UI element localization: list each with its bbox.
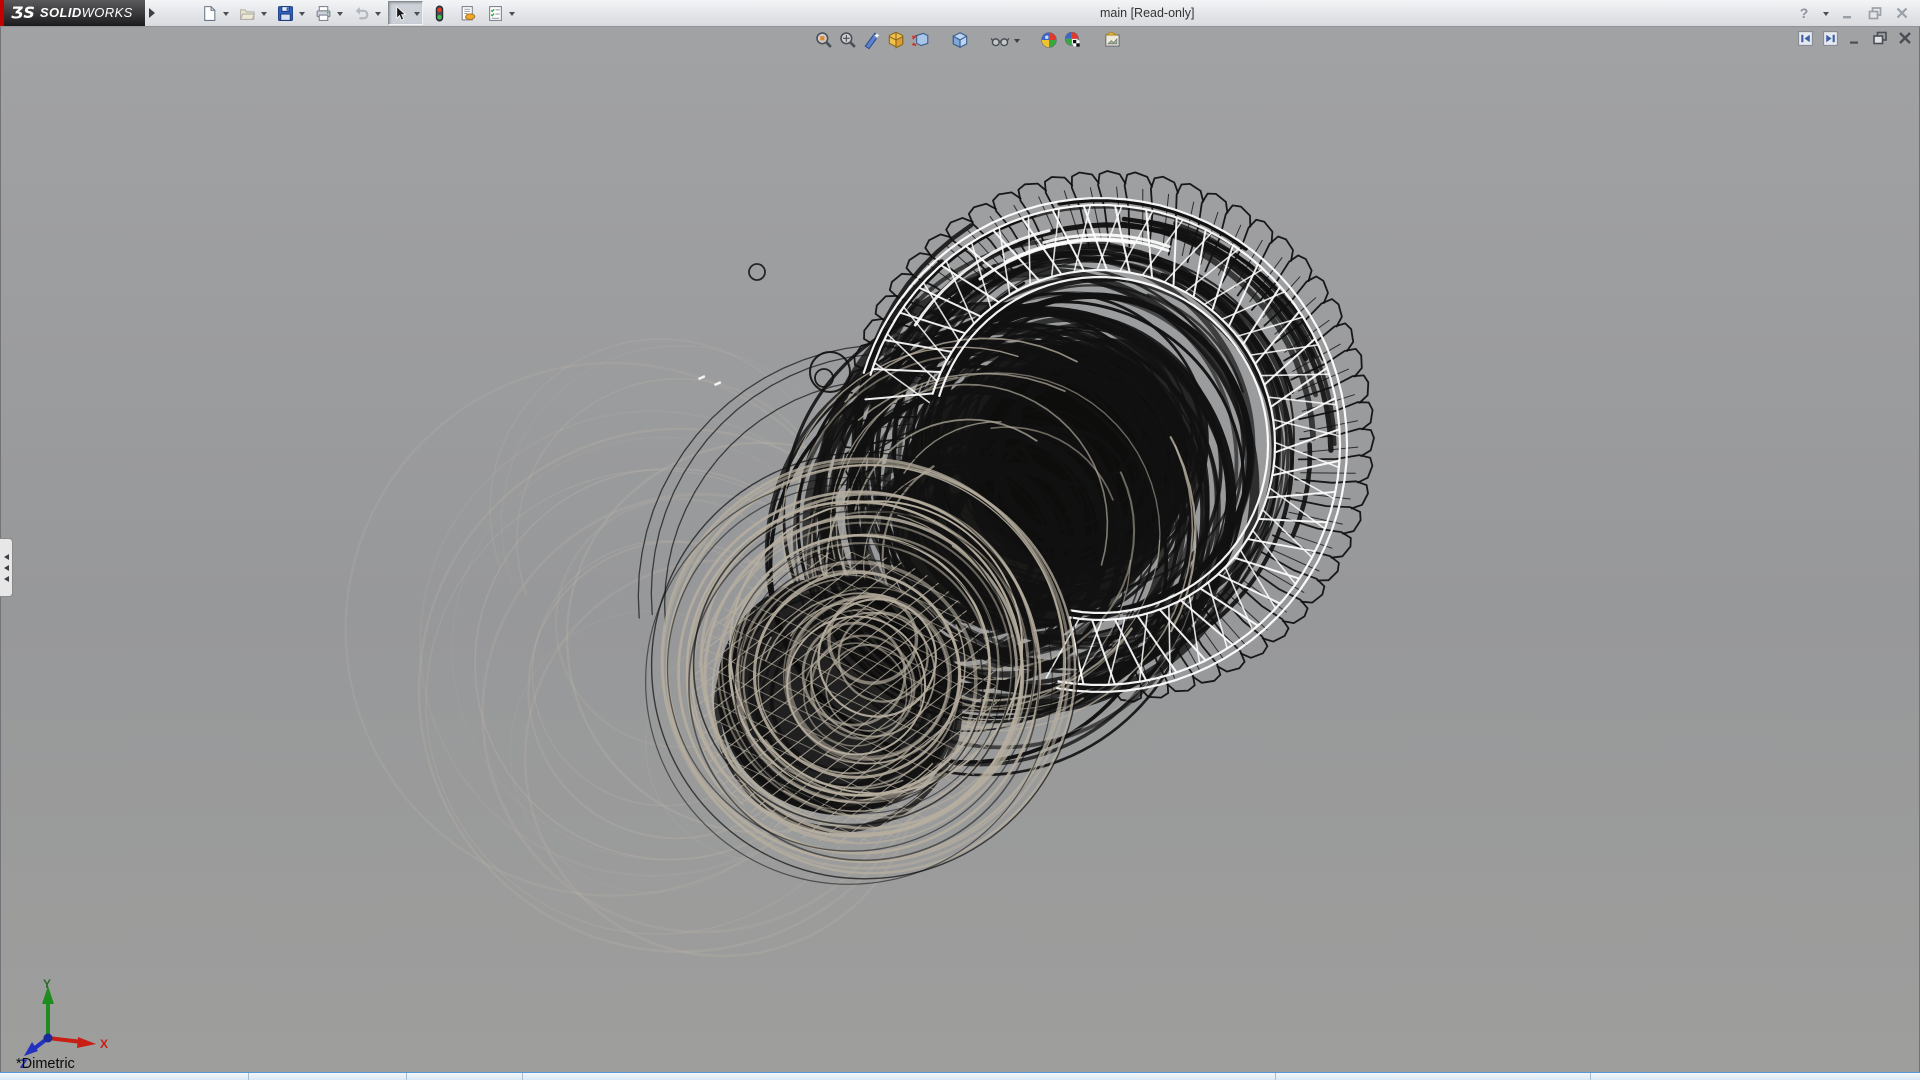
- rebuild-button[interactable]: [428, 2, 451, 24]
- zoom-to-area-button[interactable]: [836, 28, 860, 52]
- help-icon: ?: [1796, 5, 1812, 21]
- select-dropdown-arrow[interactable]: [412, 2, 422, 24]
- 3d-drawing-view-button[interactable]: [908, 28, 932, 52]
- save-icon: [277, 5, 294, 22]
- menu-expand-arrow[interactable]: [149, 8, 160, 18]
- hud-group: [812, 28, 932, 52]
- collapse-arrow-icon: [1, 565, 9, 571]
- zoom-to-fit-button[interactable]: [812, 28, 836, 52]
- view-orientation-icon: [886, 30, 906, 50]
- display-style-button[interactable]: [948, 28, 972, 52]
- standard-toolbar: [198, 1, 522, 25]
- document-window-controls: [1796, 29, 1914, 47]
- y-axis-label: Y: [43, 977, 51, 991]
- view-settings-button[interactable]: [1101, 28, 1125, 52]
- print-icon: [315, 5, 332, 22]
- select-tool-group: [388, 1, 423, 25]
- display-style-icon: [950, 30, 970, 50]
- options-dropdown-arrow[interactable]: [507, 2, 517, 24]
- help-dropdown-arrow[interactable]: [1821, 2, 1831, 24]
- svg-text:?: ?: [1800, 5, 1809, 21]
- new-document-dropdown-arrow[interactable]: [221, 2, 231, 24]
- title-bar: ƷS SOLIDWORKS main [Read-only] ?: [0, 0, 1920, 27]
- options-button[interactable]: [484, 2, 507, 24]
- open-document-dropdown-arrow[interactable]: [259, 2, 269, 24]
- undo-icon: [353, 5, 370, 22]
- zoom-to-area-icon: [838, 30, 858, 50]
- solidworks-logo-icon: ƷS: [11, 5, 35, 21]
- brand-name-bold: SOLID: [40, 5, 82, 20]
- minimize-document-button[interactable]: [1846, 29, 1864, 47]
- close-icon: [1894, 5, 1910, 21]
- file-properties-button[interactable]: [456, 2, 479, 24]
- undo-dropdown-arrow[interactable]: [373, 2, 383, 24]
- x-axis-arrow: [77, 1037, 96, 1048]
- hide-show-items-icon: [990, 30, 1010, 50]
- view-settings-icon: [1103, 30, 1123, 50]
- restore-icon: [1867, 5, 1883, 21]
- view-orientation-label: *Dimetric: [16, 1056, 75, 1072]
- edit-appearance-icon: [1039, 30, 1059, 50]
- collapse-arrow-icon: [1, 554, 9, 560]
- z-axis-arrow: [24, 1042, 38, 1056]
- apply-scene-button[interactable]: [1061, 28, 1085, 52]
- select-icon: [392, 5, 409, 22]
- close-document-icon: [1897, 30, 1913, 46]
- hide-show-items-button[interactable]: [988, 28, 1012, 52]
- help-button[interactable]: ?: [1794, 3, 1814, 23]
- previous-document-button[interactable]: [1796, 29, 1814, 47]
- heads-up-view-toolbar: [812, 28, 1141, 52]
- zoom-to-fit-icon: [814, 30, 834, 50]
- rebuild-icon: [431, 5, 448, 22]
- model-wireframe[interactable]: [0, 0, 1920, 1080]
- minimize-button[interactable]: [1838, 3, 1858, 23]
- hud-group: [1037, 28, 1085, 52]
- open-document-button[interactable]: [236, 2, 259, 24]
- apply-scene-icon: [1063, 30, 1083, 50]
- window-controls: ?: [1794, 0, 1912, 26]
- taskbar-edge: [0, 1072, 1920, 1080]
- hud-group: [988, 28, 1021, 52]
- document-title: main [Read-only]: [1100, 0, 1195, 26]
- solidworks-logo: ƷS SOLIDWORKS: [0, 0, 145, 26]
- undo-button[interactable]: [350, 2, 373, 24]
- save-dropdown-arrow[interactable]: [297, 2, 307, 24]
- edit-appearance-button[interactable]: [1037, 28, 1061, 52]
- minimize-icon: [1840, 5, 1856, 21]
- new-document-button[interactable]: [198, 2, 221, 24]
- 3d-drawing-view-icon: [910, 30, 930, 50]
- restore-document-button[interactable]: [1871, 29, 1889, 47]
- select-button[interactable]: [389, 2, 412, 24]
- triad-origin: [44, 1034, 53, 1043]
- next-document-icon: [1822, 30, 1839, 47]
- restore-button[interactable]: [1865, 3, 1885, 23]
- minimize-document-icon: [1847, 30, 1863, 46]
- hud-group: [1101, 28, 1125, 52]
- view-orientation-button[interactable]: [884, 28, 908, 52]
- hud-group: [948, 28, 972, 52]
- hide-show-items-dropdown-arrow[interactable]: [1012, 28, 1021, 52]
- options-icon: [487, 5, 504, 22]
- print-button[interactable]: [312, 2, 335, 24]
- open-document-icon: [239, 5, 256, 22]
- section-view-button[interactable]: [860, 28, 884, 52]
- brand-name-light: WORKS: [82, 5, 133, 20]
- file-properties-icon: [459, 5, 476, 22]
- previous-document-icon: [1797, 30, 1814, 47]
- save-button[interactable]: [274, 2, 297, 24]
- restore-document-icon: [1872, 30, 1888, 46]
- feature-panel-collapsed-tab[interactable]: [0, 538, 13, 597]
- close-document-button[interactable]: [1896, 29, 1914, 47]
- section-view-icon: [862, 30, 882, 50]
- collapse-arrow-icon: [1, 576, 9, 582]
- new-document-icon: [201, 5, 218, 22]
- close-button[interactable]: [1892, 3, 1912, 23]
- next-document-button[interactable]: [1821, 29, 1839, 47]
- print-dropdown-arrow[interactable]: [335, 2, 345, 24]
- x-axis-label: X: [100, 1037, 108, 1051]
